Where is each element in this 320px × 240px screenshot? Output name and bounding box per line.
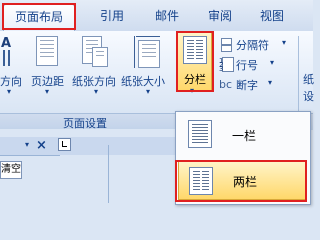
margins-dropdown-icon: ▾ <box>45 87 50 96</box>
clear-all-button[interactable]: 清空 <box>0 161 22 179</box>
size-ruler-vertical <box>134 36 135 68</box>
tab-mailings[interactable]: 邮件 <box>147 4 187 28</box>
text-direction-icon: A <box>0 36 16 68</box>
hyphenation-icon: bc <box>219 78 233 91</box>
tab-stop-selector-icon[interactable] <box>58 138 71 151</box>
pane-menu-dropdown-icon[interactable]: ▾ <box>25 140 29 149</box>
columns-dropdown-icon: ▾ <box>190 86 195 95</box>
orientation-dropdown-icon: ▾ <box>94 87 99 96</box>
text-direction-dropdown-icon: ▾ <box>7 87 12 96</box>
line-numbers-icon: 123 <box>219 57 234 73</box>
one-column-icon <box>188 120 212 148</box>
menu-item-two-columns-label: 两栏 <box>233 175 258 189</box>
tab-references[interactable]: 引用 <box>92 4 132 28</box>
paper-size-icon <box>138 40 160 68</box>
paper-size-dropdown-icon: ▾ <box>146 87 151 96</box>
margins-icon <box>36 36 58 66</box>
ruler-bar <box>60 137 175 155</box>
hyphenation-button[interactable]: 断字 <box>236 77 258 93</box>
tab-view[interactable]: 视图 <box>252 4 292 28</box>
menu-item-one-column-label: 一栏 <box>232 129 257 143</box>
tab-review[interactable]: 审阅 <box>200 4 240 28</box>
breaks-dropdown-icon: ▾ <box>282 38 287 47</box>
next-group-label-1: 纸 <box>303 73 314 86</box>
line-numbers-dropdown-icon: ▾ <box>270 58 275 67</box>
columns-icon <box>183 36 207 64</box>
paper-size-button[interactable]: 纸张大小 <box>121 73 165 89</box>
breaks-icon <box>219 37 233 52</box>
pane-close-icon[interactable]: × <box>36 138 47 153</box>
breaks-button[interactable]: 分隔符 <box>236 37 269 53</box>
columns-label: 分栏 <box>184 73 206 86</box>
line-numbers-button[interactable]: 行号 <box>236 57 258 73</box>
ribbon-tab-bar: 页面布局 引用 邮件 审阅 视图 <box>0 0 313 32</box>
task-pane-header <box>0 137 60 156</box>
group-separator <box>298 36 299 112</box>
ruler-margin-line <box>108 145 109 203</box>
size-ruler-horizontal <box>136 36 160 37</box>
orientation-landscape-icon <box>92 47 108 67</box>
next-group-label-2: 设 <box>303 90 314 103</box>
menu-item-one-column[interactable]: 一栏 <box>178 115 307 155</box>
hyphenation-dropdown-icon: ▾ <box>268 78 273 87</box>
two-columns-icon <box>189 167 213 195</box>
tab-page-layout[interactable]: 页面布局 <box>3 4 75 31</box>
columns-dropdown-menu: 一栏 两栏 <box>175 111 311 205</box>
menu-item-two-columns[interactable]: 两栏 <box>178 161 307 200</box>
